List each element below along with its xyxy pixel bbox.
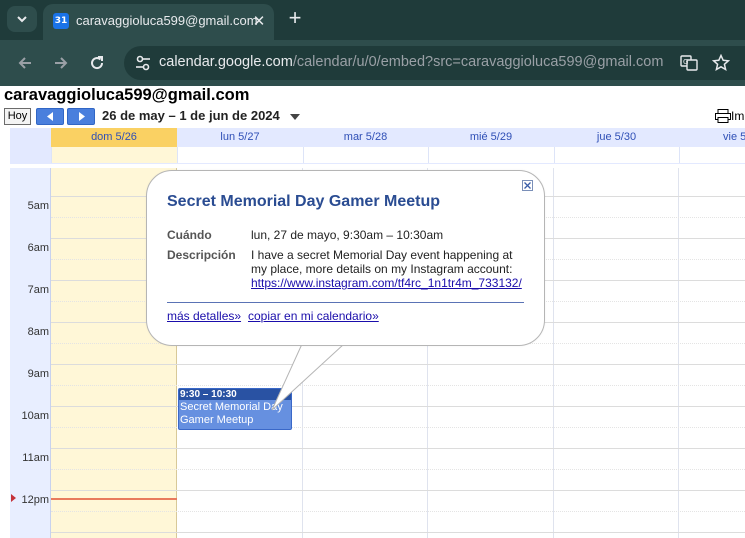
print-label[interactable]: Im (731, 109, 744, 123)
new-tab-button[interactable]: + (284, 7, 306, 30)
description-text: I have a secret Memorial Day event happe… (251, 248, 513, 276)
svg-text:G: G (683, 58, 688, 66)
day-header-fri[interactable]: vie 5 (679, 128, 745, 147)
next-week-button[interactable] (67, 108, 95, 125)
current-time-line (51, 498, 177, 500)
forward-button[interactable] (49, 51, 73, 75)
chevron-down-icon (17, 16, 27, 23)
hour-label: 10am (21, 410, 49, 422)
hour-label: 8am (27, 326, 49, 338)
tab-search-button[interactable] (7, 6, 37, 32)
instagram-link[interactable]: https://www.instagram.com/tf4rc_1n1tr4m_… (251, 276, 522, 290)
bubble-event-title: Secret Memorial Day Gamer Meetup (167, 193, 440, 210)
current-time-marker-icon (11, 494, 16, 502)
url-text: calendar.google.com/calendar/u/0/embed?s… (159, 54, 663, 70)
reload-button[interactable] (85, 51, 109, 75)
triangle-left-icon (46, 112, 53, 121)
active-tab[interactable]: 31 caravaggioluca599@gmail.com ✕ (43, 4, 274, 40)
allday-cell-wed[interactable] (428, 147, 554, 163)
more-details-link[interactable]: más detalles» (167, 309, 241, 323)
event-title: Secret Memorial Day Gamer Meetup (180, 401, 283, 426)
allday-cell-sun[interactable] (51, 147, 177, 163)
hour-label: 9am (27, 368, 49, 380)
translate-icon[interactable]: G (680, 54, 698, 72)
bubble-divider (167, 302, 524, 303)
hour-line (51, 364, 745, 365)
browser-tab-bar: 31 caravaggioluca599@gmail.com ✕ + (0, 0, 745, 40)
day-header-thu[interactable]: jue 5/30 (554, 128, 679, 147)
day-header-tue[interactable]: mar 5/28 (303, 128, 428, 147)
url-host: calendar.google.com (159, 54, 293, 70)
today-button[interactable]: Hoy (4, 108, 31, 125)
hour-label: 6am (27, 242, 49, 254)
arrow-left-icon (18, 57, 31, 69)
bookmark-star-icon[interactable] (712, 54, 730, 72)
site-settings-icon[interactable] (134, 54, 152, 72)
event-time: 9:30 – 10:30 (179, 389, 291, 400)
column-divider (678, 168, 679, 538)
hour-label: 5am (27, 200, 49, 212)
event-details-bubble: Secret Memorial Day Gamer Meetup Cuándo … (146, 170, 545, 346)
address-bar[interactable]: calendar.google.com/calendar/u/0/embed?s… (124, 46, 745, 80)
browser-toolbar: calendar.google.com/calendar/u/0/embed?s… (0, 40, 745, 86)
bubble-close-button[interactable] (522, 180, 533, 191)
close-icon (524, 182, 531, 189)
hour-line (51, 406, 745, 407)
when-label: Cuándo (167, 228, 212, 242)
description-value: I have a secret Memorial Day event happe… (251, 248, 531, 290)
allday-cell-thu[interactable] (554, 147, 679, 163)
hour-label: 11am (22, 452, 49, 464)
calendar-favicon-icon: 31 (53, 13, 69, 29)
day-header-wed[interactable]: mié 5/29 (428, 128, 554, 147)
arrow-right-icon (55, 57, 68, 69)
allday-cell-fri[interactable] (679, 147, 745, 163)
triangle-right-icon (78, 112, 85, 121)
printer-icon[interactable] (715, 109, 731, 123)
hour-line (51, 448, 745, 449)
url-path: /calendar/u/0/embed?src=caravaggioluca59… (292, 54, 664, 70)
hour-line (51, 532, 745, 533)
tab-title: caravaggioluca599@gmail.com (76, 13, 258, 28)
reload-icon (91, 56, 104, 70)
day-header-sun[interactable]: dom 5/26 (51, 128, 177, 147)
copy-to-calendar-link[interactable]: copiar en mi calendario» (248, 309, 379, 323)
allday-cell-mon[interactable] (177, 147, 303, 163)
column-divider (553, 168, 554, 538)
half-hour-line (51, 511, 745, 512)
when-value: lun, 27 de mayo, 9:30am – 10:30am (251, 228, 444, 242)
calendar-event[interactable]: 9:30 – 10:30 Secret Memorial Day Gamer M… (178, 388, 292, 430)
date-range-dropdown-icon[interactable] (290, 114, 300, 120)
back-button[interactable] (13, 51, 37, 75)
prev-week-button[interactable] (36, 108, 64, 125)
hour-label: 7am (27, 284, 49, 296)
calendar-owner-title: caravaggioluca599@gmail.com (4, 86, 250, 104)
half-hour-line (51, 385, 745, 386)
allday-cell-tue[interactable] (303, 147, 428, 163)
tab-close-icon[interactable]: ✕ (250, 12, 268, 30)
hour-line (51, 490, 745, 491)
time-column: 5am 6am 7am 8am 9am 10am 11am 12pm (10, 168, 51, 538)
half-hour-line (51, 469, 745, 470)
date-range-label: 26 de may – 1 de jun de 2024 (102, 108, 280, 123)
day-header-mon[interactable]: lun 5/27 (177, 128, 303, 147)
description-label: Descripción (167, 248, 236, 262)
calendar-embed-page: caravaggioluca599@gmail.com Hoy 26 de ma… (0, 86, 745, 538)
half-hour-line (51, 427, 745, 428)
